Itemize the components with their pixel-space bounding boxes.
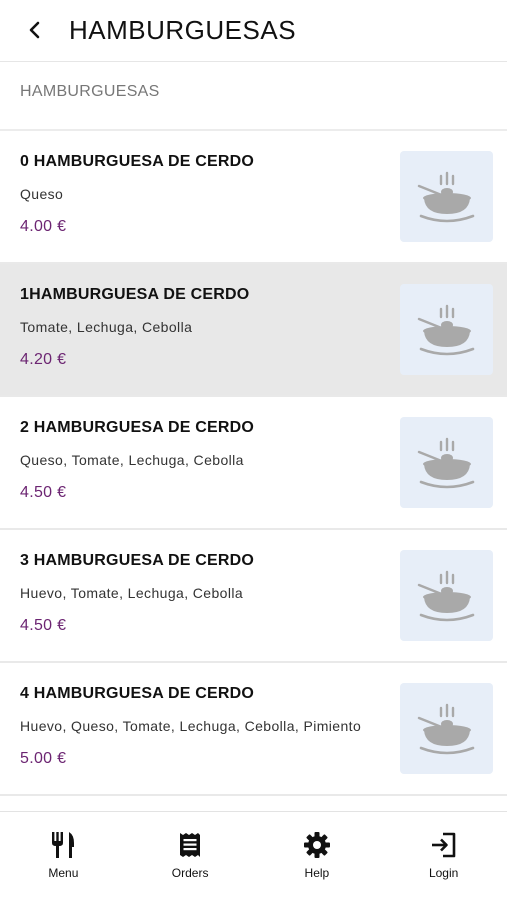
bowl-icon [417, 171, 474, 222]
item-thumbnail [400, 284, 493, 375]
nav-login-label: Login [428, 866, 459, 880]
item-price: 4.00 € [20, 218, 67, 235]
nav-login[interactable]: Login [380, 812, 507, 900]
item-price: 4.50 € [20, 484, 67, 501]
item-title: 0 HAMBURGUESA DE CERDO [20, 153, 255, 170]
gear-icon [303, 832, 330, 858]
bowl-icon [417, 570, 474, 621]
item-description: Huevo, Queso, Tomate, Lechuga, Cebolla, … [20, 718, 362, 734]
nav-orders-label: Orders [171, 866, 209, 880]
item-description: Queso, Tomate, Lechuga, Cebolla [20, 452, 244, 468]
chevron-left-icon [29, 21, 40, 39]
item-thumbnail [400, 550, 493, 641]
item-thumbnail [400, 683, 493, 774]
nav-menu-label: Menu [48, 866, 79, 880]
item-title: 2 HAMBURGUESA DE CERDO [20, 419, 255, 436]
item-description: Huevo, Tomate, Lechuga, Cebolla [20, 585, 244, 601]
item-title: 4 HAMBURGUESA DE CERDO [20, 685, 255, 702]
product-list: 0 HAMBURGUESA DE CERDO Queso 4.00 € 1HAM… [0, 131, 507, 814]
bowl-icon [417, 304, 474, 355]
page-title: HAMBURGUESAS [69, 15, 297, 45]
nav-help[interactable]: Help [254, 812, 381, 900]
receipt-icon [180, 833, 201, 857]
category-header: HAMBURGUESAS [0, 62, 507, 131]
list-item[interactable]: 1HAMBURGUESA DE CERDO Tomate, Lechuga, C… [0, 264, 507, 397]
item-price: 4.50 € [20, 617, 67, 634]
nav-orders[interactable]: Orders [127, 812, 254, 900]
bottom-nav: Menu Orders Help Login [0, 811, 507, 900]
item-thumbnail [400, 151, 493, 242]
item-title: 3 HAMBURGUESA DE CERDO [20, 552, 255, 569]
fork-knife-icon [52, 832, 75, 858]
list-item[interactable]: 4 HAMBURGUESA DE CERDO Huevo, Queso, Tom… [0, 663, 507, 796]
back-button[interactable] [20, 14, 50, 46]
list-item[interactable]: 2 HAMBURGUESA DE CERDO Queso, Tomate, Le… [0, 397, 507, 530]
bowl-icon [417, 703, 474, 754]
category-label: HAMBURGUESAS [20, 83, 160, 100]
item-description: Queso [20, 186, 64, 202]
item-price: 4.20 € [20, 351, 67, 368]
login-icon [431, 832, 455, 858]
nav-help-label: Help [304, 866, 330, 880]
nav-menu[interactable]: Menu [0, 812, 127, 900]
item-title: 1HAMBURGUESA DE CERDO [20, 286, 250, 303]
list-item[interactable]: 3 HAMBURGUESA DE CERDO Huevo, Tomate, Le… [0, 530, 507, 663]
bowl-icon [417, 437, 474, 488]
list-item[interactable]: 0 HAMBURGUESA DE CERDO Queso 4.00 € [0, 131, 507, 264]
item-price: 5.00 € [20, 750, 67, 767]
app-header: HAMBURGUESAS [0, 0, 507, 62]
item-thumbnail [400, 417, 493, 508]
item-description: Tomate, Lechuga, Cebolla [20, 319, 193, 335]
